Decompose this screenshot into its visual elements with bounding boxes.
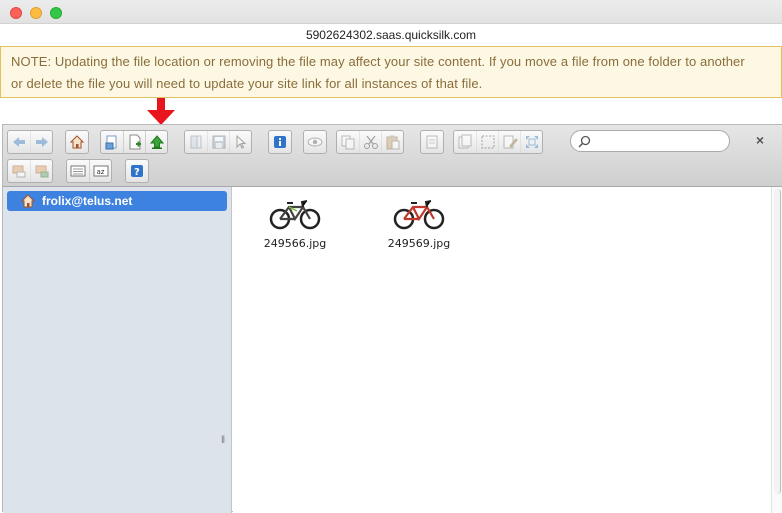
notice-line-1: NOTE: Updating the file location or remo… (11, 54, 745, 69)
upload-icon (149, 135, 164, 149)
scrollbar-thumb[interactable] (774, 189, 781, 494)
scissors-icon (363, 135, 378, 149)
sort-button[interactable]: az (89, 160, 111, 182)
move-down-button[interactable] (30, 160, 52, 182)
help-icon: ? (131, 165, 143, 178)
create-group (100, 130, 168, 154)
view-group (7, 159, 53, 183)
cut-button[interactable] (359, 131, 381, 153)
edit-group (453, 130, 543, 154)
bicycle-thumbnail-icon (269, 200, 321, 230)
cursor-icon (236, 134, 246, 149)
bicycle-thumbnail-icon (393, 200, 445, 230)
open-button[interactable] (185, 131, 207, 153)
tree-item-root[interactable]: frolix@telus.net (7, 191, 227, 211)
paste-icon (386, 135, 399, 150)
search-icon (578, 135, 591, 148)
move-up-button[interactable] (8, 160, 30, 182)
duplicate-icon (426, 135, 438, 149)
file-name: 249566.jpg (263, 237, 327, 250)
list-view-icon (70, 165, 86, 177)
copy-button[interactable] (337, 131, 359, 153)
warning-notice: NOTE: Updating the file location or remo… (0, 46, 782, 98)
info-group (268, 130, 292, 154)
copy-icon (341, 135, 355, 150)
help-button[interactable]: ? (126, 160, 148, 182)
home-button[interactable] (66, 131, 88, 153)
list-view-button[interactable] (67, 160, 89, 182)
file-item[interactable]: 249566.jpg (255, 197, 335, 250)
help-group: ? (125, 159, 149, 183)
folder-tree: frolix@telus.net ‖ (3, 187, 232, 513)
file-item[interactable]: 249569.jpg (379, 197, 459, 250)
archive-icon (458, 134, 472, 149)
minimize-window-button[interactable] (30, 7, 42, 19)
page-url: 5902624302.saas.quicksilk.com (0, 24, 782, 46)
back-button[interactable] (8, 131, 30, 153)
arrow-left-icon (13, 137, 25, 147)
resize-button[interactable] (520, 131, 542, 153)
file-name: 249569.jpg (387, 237, 451, 250)
maximize-window-button[interactable] (50, 7, 62, 19)
new-file-button[interactable] (123, 131, 145, 153)
new-file-icon (129, 134, 141, 150)
preview-button[interactable] (304, 131, 326, 153)
history-group (7, 130, 53, 154)
home-icon (20, 194, 36, 208)
upload-button[interactable] (145, 131, 167, 153)
duplicate-button[interactable] (421, 131, 443, 153)
notice-line-2: or delete the file you will need to upda… (11, 76, 483, 91)
sort-az-icon: az (93, 165, 108, 177)
edit-icon (503, 135, 518, 149)
home-icon (69, 135, 85, 149)
move-up-icon (12, 165, 26, 178)
file-manager: × az ? frolix@telus.net ‖ 249566.jpg 249… (2, 124, 782, 513)
window-titlebar (0, 0, 782, 24)
toolbar: × az ? (3, 125, 782, 187)
search-box[interactable] (570, 130, 730, 152)
new-folder-button[interactable] (101, 131, 123, 153)
home-group (65, 130, 89, 154)
open-icon (190, 135, 202, 149)
vertical-scrollbar[interactable] (771, 187, 782, 513)
save-icon (212, 135, 225, 149)
select-area-button[interactable] (476, 131, 498, 153)
sort-group: az (66, 159, 112, 183)
clipboard-group (336, 130, 404, 154)
svg-text:?: ? (134, 167, 140, 178)
info-icon (274, 136, 286, 148)
preview-group (303, 130, 327, 154)
save-button[interactable] (207, 131, 229, 153)
resize-icon (525, 136, 538, 148)
select-area-icon (481, 135, 494, 149)
search-input[interactable] (595, 133, 723, 149)
svg-text:az: az (96, 168, 104, 176)
info-button[interactable] (269, 131, 291, 153)
edit-button[interactable] (498, 131, 520, 153)
panel-resize-handle[interactable]: ‖ (221, 435, 227, 447)
move-down-icon (35, 165, 48, 178)
tree-item-label: frolix@telus.net (42, 194, 133, 208)
new-folder-icon (105, 135, 117, 150)
clear-search-icon[interactable]: × (753, 133, 767, 147)
files-view: 249566.jpg 249569.jpg (233, 187, 771, 513)
eye-icon (307, 137, 323, 147)
close-window-button[interactable] (10, 7, 22, 19)
extract-button[interactable] (454, 131, 476, 153)
paste-button[interactable] (381, 131, 403, 153)
select-button[interactable] (229, 131, 251, 153)
forward-button[interactable] (30, 131, 52, 153)
arrow-right-icon (35, 137, 48, 147)
file-actions-group (184, 130, 252, 154)
red-down-arrow-icon (147, 98, 175, 125)
duplicate-group (420, 130, 444, 154)
